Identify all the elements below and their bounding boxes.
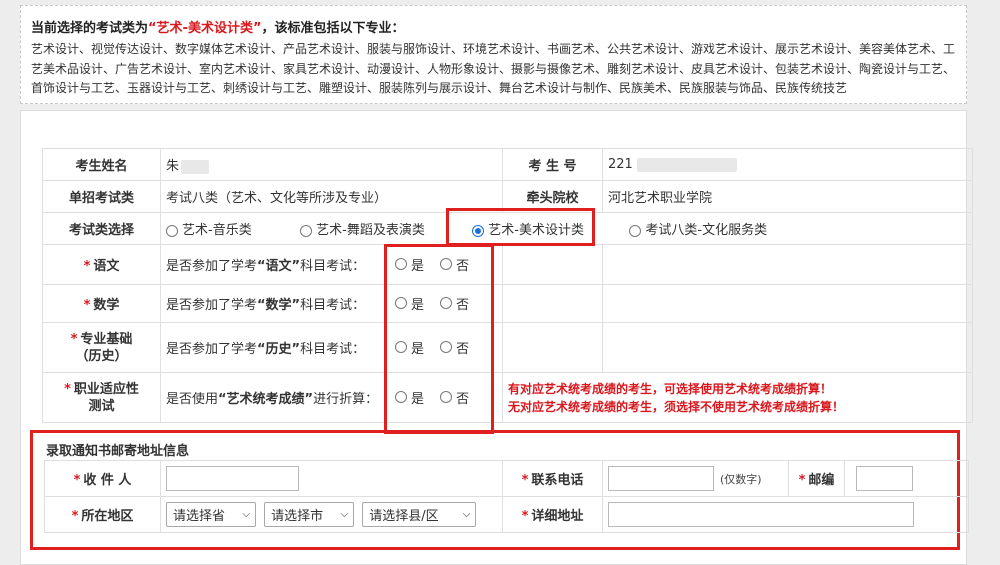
phone-input[interactable] [608,466,714,491]
warning-line-2: 无对应艺术统考成绩的考生，须选择不使用艺术统考成绩折算！ [508,400,845,414]
address-table: * 收 件 人 * 联系电话 (仅数字) * 邮编 * 所在地区 请选择省 ⌵ 请选择市 ⌵… [44,460,969,533]
postcode-input[interactable] [856,466,913,491]
math-question: 是否参加了学考“数学”科目考试： [160,284,386,323]
option-dance[interactable]: 艺术-舞蹈及表演类 [300,219,468,238]
recipient-input[interactable] [166,466,299,491]
province-select[interactable]: 请选择省 ⌵ [166,502,256,527]
region-label: * 所在地区 [44,496,161,533]
county-select[interactable]: 请选择县/区 ⌵ [362,502,477,527]
chinese-empty2 [602,244,973,285]
math-empty2 [602,284,973,323]
detail-address-cell [602,496,969,533]
math-label: * 数学 [42,284,161,323]
recipient-cell [160,460,503,497]
radio-icon[interactable] [629,224,642,237]
radio-icon[interactable] [300,224,313,237]
chinese-question: 是否参加了学考“语文”科目考试： [160,244,386,285]
exam-number-mask [636,157,737,172]
aptitude-label: * 职业适应性 测试 [42,372,161,423]
history-empty [502,322,603,373]
name-label: 考生姓名 [42,148,161,181]
history-empty2 [602,322,973,373]
phone-hint: (仅数字) [720,472,762,486]
radio-column-highlight-box [384,244,494,434]
majors-list: 艺术设计、视觉传达设计、数字媒体艺术设计、产品艺术设计、服装与服饰设计、环境艺术… [31,42,956,95]
math-empty [502,284,603,323]
recipient-label: * 收 件 人 [44,460,161,497]
warning-line-1: 有对应艺术统考成绩的考生，可选择使用艺术统考成绩折算！ [508,382,833,396]
option-culture-service[interactable]: 考试八类-文化服务类 [629,219,767,238]
conversion-warning: 有对应艺术统考成绩的考生，可选择使用艺术统考成绩折算！ 无对应艺术统考成绩的考生… [508,380,844,416]
postcode-cell [844,460,969,497]
chinese-label: * 语文 [42,244,161,285]
radio-icon[interactable] [166,224,178,237]
exam-number-value: 221 [602,148,973,181]
history-label: * 专业基础 （历史） [42,322,161,373]
address-section-title: 录取通知书邮寄地址信息 [46,444,190,459]
phone-label: * 联系电话 [502,460,603,497]
chevron-down-icon: ⌵ [462,509,471,520]
selected-category-highlight: “艺术-美术设计类” [148,21,262,36]
region-cell: 请选择省 ⌵ 请选择市 ⌵ 请选择县/区 ⌵ [160,496,503,533]
history-question: 是否参加了学考“历史”科目考试： [160,322,386,373]
aptitude-question: 是否使用“艺术统考成绩”进行折算： [160,372,386,423]
chevron-down-icon: ⌵ [242,509,250,520]
notice-title: 当前选择的考试类为“艺术-美术设计类”，该标准包括以下专业： [31,21,405,36]
chinese-empty [502,244,603,285]
chevron-down-icon: ⌵ [340,509,349,520]
exam-type-label: 单招考试类 [42,180,161,213]
option-music[interactable]: 艺术-音乐类 [166,219,296,238]
category-choice-label: 考试类选择 [42,212,161,245]
name-value: 朱 [160,148,503,181]
name-mask [181,159,210,174]
city-select[interactable]: 请选择市 ⌵ [264,502,355,527]
detail-address-label: * 详细地址 [502,496,603,533]
detail-address-input[interactable] [608,502,914,527]
exam-number-label: 考 生 号 [502,148,603,181]
selected-category-highlight-box [446,208,595,246]
lead-school-value: 河北艺术职业学院 [602,180,973,213]
phone-cell: (仅数字) [602,460,789,497]
category-notice: 当前选择的考试类为“艺术-美术设计类”，该标准包括以下专业： 艺术设计、视觉传达… [20,5,967,104]
postcode-label: * 邮编 [788,460,845,497]
